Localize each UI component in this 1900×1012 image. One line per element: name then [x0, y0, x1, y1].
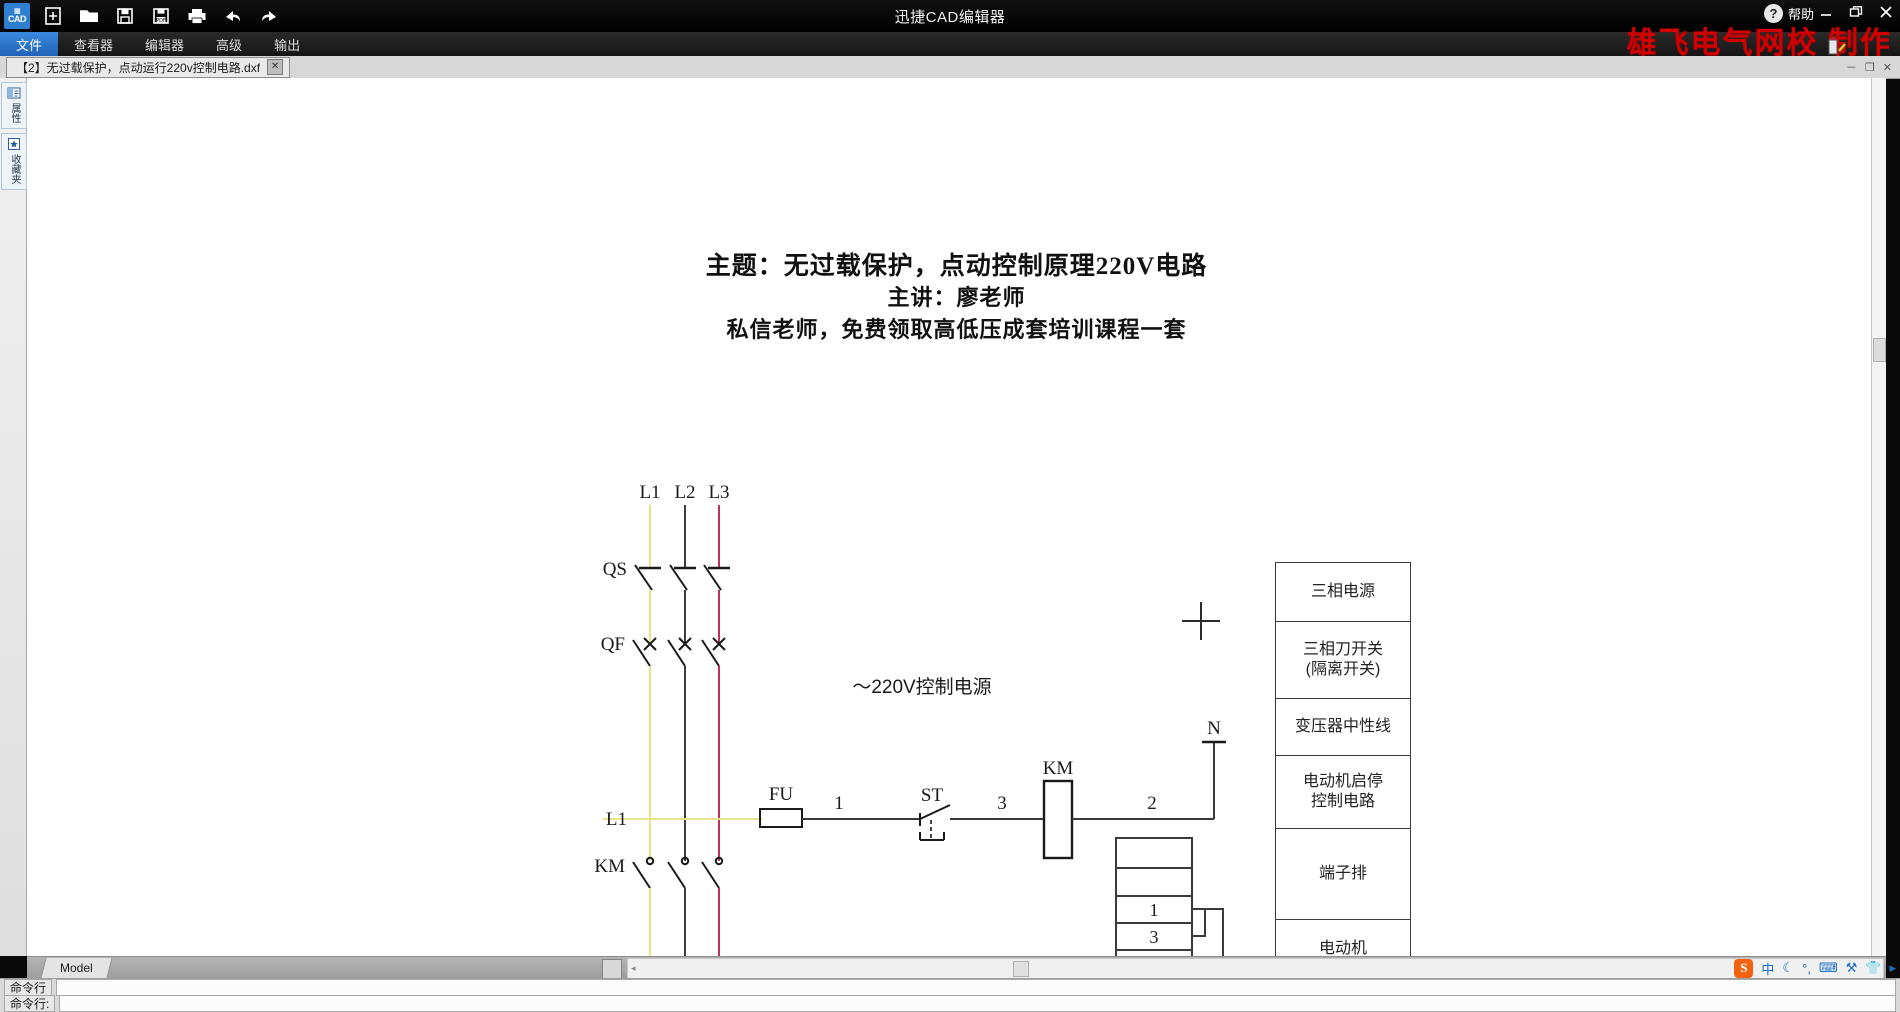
chevron-down-icon[interactable]: chevron-down-icon [602, 959, 622, 979]
new-file-icon[interactable] [40, 3, 66, 29]
svg-text:KM: KM [1043, 758, 1074, 779]
mdi-close-icon[interactable]: ✕ [1883, 61, 1892, 74]
legend-row-2: 变压器中性线 [1276, 699, 1410, 756]
sidebar-item-properties-label: 属性 [9, 103, 20, 123]
command-history-row: 命令行 [0, 978, 1900, 996]
svg-text:1: 1 [1150, 900, 1159, 920]
svg-text:～220V控制电源: ～220V控制电源 [852, 676, 991, 698]
command-input[interactable] [59, 994, 1896, 1012]
hscrollbar-thumb[interactable] [1013, 961, 1029, 977]
scrollbar-thumb[interactable] [1873, 338, 1886, 362]
crosshair-cursor [1182, 602, 1220, 640]
chinese-mode-icon[interactable]: 中 [1761, 959, 1774, 978]
toolbox-icon[interactable]: ⚒ [1846, 960, 1858, 976]
app-logo-text: CAD [8, 14, 27, 24]
skin-icon[interactable]: 👕 [1865, 960, 1881, 976]
menu-item-file[interactable]: 文件 [0, 32, 59, 56]
menu-item-editor[interactable]: 编辑器 [129, 32, 200, 56]
legend-row-0: 三相电源 [1276, 563, 1410, 622]
legend-text-5: 电动机 [1318, 939, 1367, 957]
svg-text:3: 3 [997, 793, 1007, 814]
save-icon[interactable] [112, 3, 138, 29]
model-tab[interactable]: Model [40, 958, 113, 978]
svg-text:3: 3 [1150, 927, 1159, 947]
legend-row-5: 电动机 [1276, 920, 1410, 957]
svg-text:ST: ST [921, 785, 944, 806]
menu-bar: 文件 查看器 编辑器 高级 输出 [0, 32, 1900, 56]
sidebar-item-properties[interactable]: 属性 [1, 82, 27, 129]
sogou-logo-icon[interactable]: S [1734, 958, 1754, 978]
canvas-vertical-scrollbar[interactable] [1871, 78, 1886, 956]
undo-icon[interactable] [220, 3, 246, 29]
layout-tab-bar: Model chevron-down-icon ◂ [27, 956, 1886, 979]
mdi-restore-icon[interactable]: ❐ [1865, 61, 1875, 74]
app-logo-icon: ▦ CAD [4, 3, 30, 29]
mdi-window-controls: － ❐ ✕ [1846, 59, 1892, 75]
svg-text:L1: L1 [639, 482, 660, 503]
command-input-row: 命令行: [0, 994, 1900, 1012]
open-file-icon[interactable] [76, 3, 102, 29]
sidebar-item-favorites[interactable]: 收藏夹 [1, 133, 27, 190]
ime-toolbar: S 中 ☾ °, ⌨ ⚒ 👕 ▸ [1734, 958, 1896, 978]
cad-editor-window: ▦ CAD PDF 迅捷CAD编辑器 ? 帮助 文件 查看器 编辑器 高级 输出… [0, 0, 1900, 1012]
redo-icon[interactable] [256, 3, 282, 29]
command-line-area: 命令行 命令行: [0, 978, 1900, 1012]
document-tab-label: 【2】无过载保护，点动运行220v控制电路.dxf [16, 60, 261, 75]
menu-item-viewer[interactable]: 查看器 [58, 32, 129, 56]
quick-access-toolbar: ▦ CAD PDF [0, 3, 282, 29]
document-tab[interactable]: 【2】无过载保护，点动运行220v控制电路.dxf ✕ [6, 56, 291, 78]
svg-text:1: 1 [834, 793, 844, 814]
svg-text:L3: L3 [708, 482, 729, 503]
canvas-horizontal-scrollbar[interactable]: ◂ [627, 958, 1884, 979]
moon-icon[interactable]: ☾ [1782, 960, 1794, 976]
command-history-label: 命令行 [4, 978, 53, 996]
drawing-canvas[interactable]: 主题：无过载保护，点动控制原理220V电路 主讲：廖老师 私信老师，免费领取高低… [27, 78, 1886, 956]
command-prompt-label: 命令行: [4, 994, 56, 1012]
properties-panel-icon [7, 86, 21, 100]
model-tab-label: Model [60, 961, 93, 975]
legend-text-4: 端子排 [1318, 865, 1367, 882]
circuit-schematic: L1 L2 L3 QS QF KM L1 FU 1 ST 3 KM 2 N ～2… [594, 482, 1226, 956]
sidebar-item-favorites-label: 收藏夹 [9, 154, 20, 184]
pencil-cursor-icon [1827, 36, 1847, 56]
legend-text-1: 三相刀开关 (隔离开关) [1302, 641, 1383, 678]
save-pdf-icon[interactable]: PDF [148, 3, 174, 29]
left-sidebar: 属性 收藏夹 [0, 78, 27, 956]
svg-text:2: 2 [1147, 793, 1157, 814]
punctuation-icon[interactable]: °, [1802, 961, 1811, 976]
svg-text:KM: KM [594, 856, 625, 877]
print-icon[interactable] [184, 3, 210, 29]
title-bar: ▦ CAD PDF 迅捷CAD编辑器 ? 帮助 [0, 0, 1900, 32]
legend-text-3: 电动机启停 控制电路 [1302, 773, 1383, 810]
favorites-icon [7, 137, 21, 151]
close-icon[interactable]: ✕ [267, 59, 284, 75]
svg-text:QF: QF [601, 634, 625, 655]
legend-table: 三相电源 三相刀开关 (隔离开关) 变压器中性线 电动机启停 控制电路 端子排 … [1275, 562, 1411, 956]
command-history-field [56, 978, 1896, 996]
svg-text:PDF: PDF [156, 18, 166, 24]
menu-item-advanced[interactable]: 高级 [200, 32, 258, 56]
legend-row-4: 端子排 [1276, 829, 1410, 920]
svg-text:QS: QS [603, 559, 627, 580]
legend-text-2: 变压器中性线 [1294, 718, 1391, 735]
app-title: 迅捷CAD编辑器 [894, 8, 1006, 26]
mdi-minimize-icon[interactable]: － [1846, 59, 1857, 75]
legend-row-1: 三相刀开关 (隔离开关) [1276, 622, 1410, 699]
scroll-left-icon[interactable]: ◂ [631, 963, 636, 974]
legend-row-3: 电动机启停 控制电路 [1276, 756, 1410, 829]
soft-keyboard-icon[interactable]: ⌨ [1819, 960, 1838, 976]
svg-text:L2: L2 [674, 482, 695, 503]
svg-text:L1: L1 [606, 809, 627, 830]
menu-item-output[interactable]: 输出 [258, 32, 316, 56]
more-icon[interactable]: ▸ [1889, 960, 1896, 976]
legend-text-0: 三相电源 [1310, 583, 1375, 600]
svg-text:N: N [1207, 718, 1221, 739]
svg-text:FU: FU [769, 784, 794, 805]
document-tab-strip: 【2】无过载保护，点动运行220v控制电路.dxf ✕ － ❐ ✕ [0, 56, 1900, 79]
